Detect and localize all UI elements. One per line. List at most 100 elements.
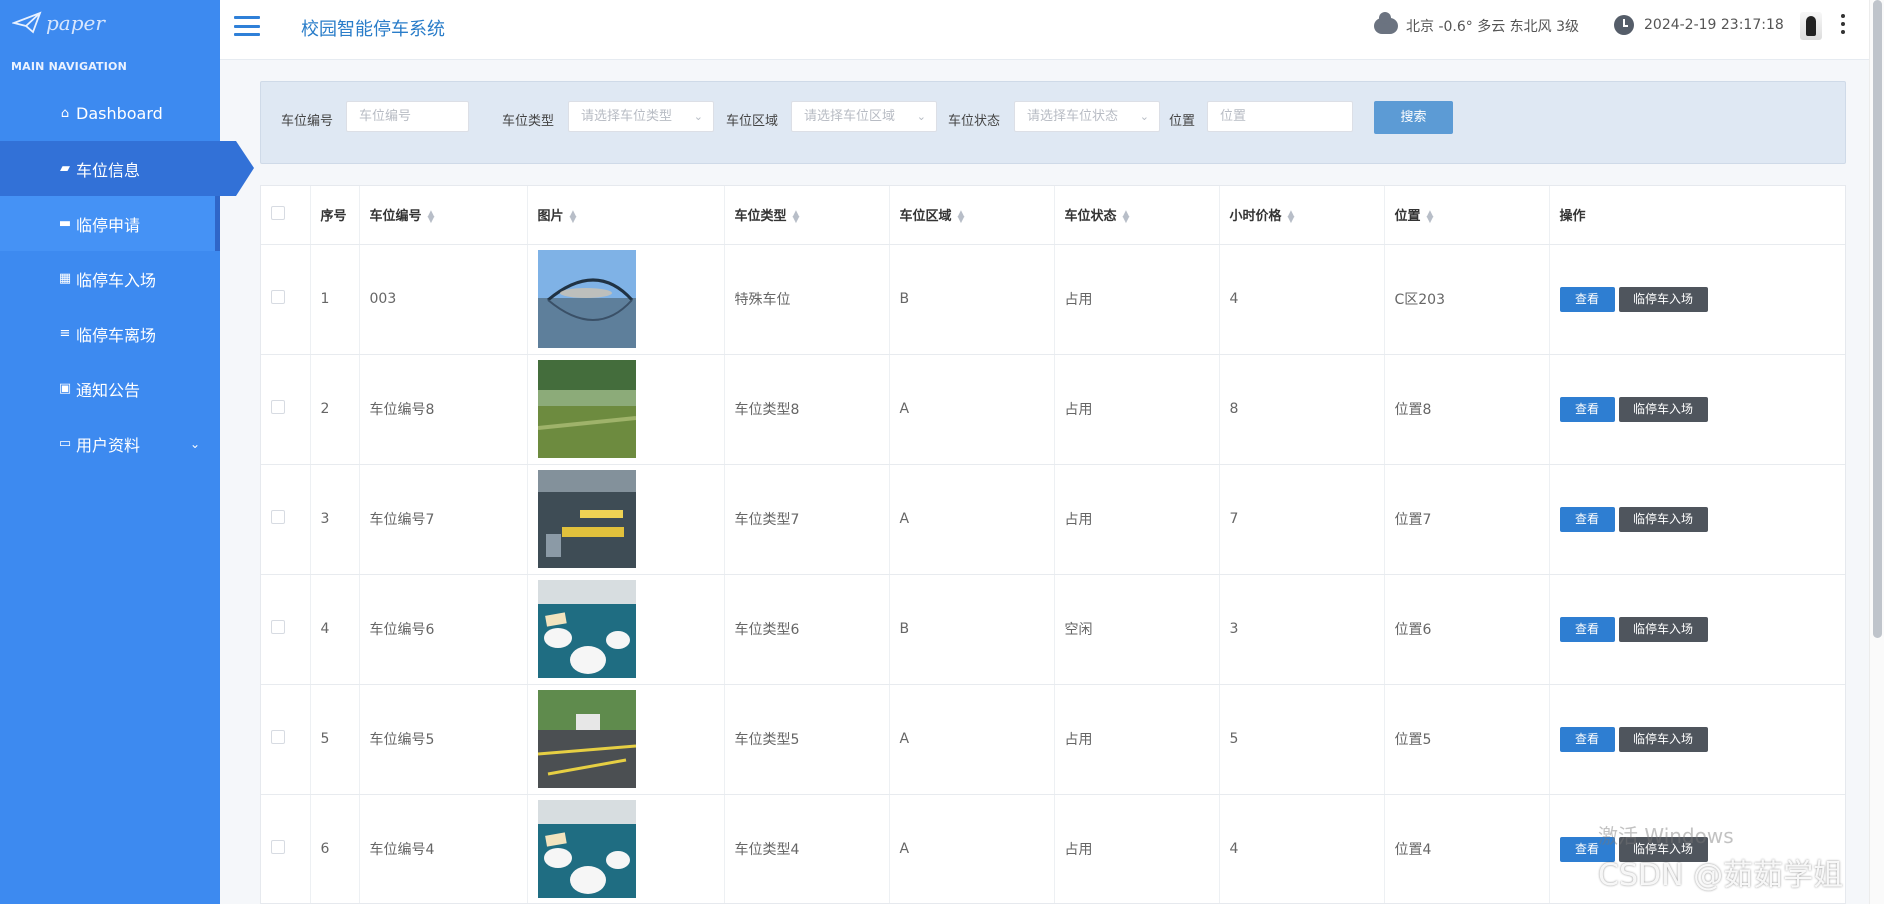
sidebar-item-notices[interactable]: ▣ 通知公告	[0, 361, 220, 416]
sidebar-item-label: 用户资料	[76, 435, 141, 455]
parking-code: 003	[359, 244, 528, 355]
sidebar: paper MAIN NAVIGATION ⌂ Dashboard ▰ 车位信息…	[0, 0, 254, 904]
sort-icon[interactable]: ▲ ▼	[1427, 209, 1434, 224]
profile-card-icon: ▭	[58, 436, 72, 451]
ticket-icon: ▰	[60, 161, 70, 176]
sort-icon[interactable]: ▲ ▼	[570, 209, 577, 224]
view-button[interactable]: 查看	[1559, 506, 1615, 532]
sidebar-item-dashboard[interactable]: ⌂ Dashboard	[0, 86, 220, 141]
temp-entry-button[interactable]: 临停车入场	[1618, 506, 1708, 532]
parking-image[interactable]	[537, 690, 636, 788]
sort-icon[interactable]: ▲ ▼	[1123, 209, 1130, 224]
more-menu-button[interactable]	[1841, 14, 1845, 34]
parking-area: A	[889, 354, 1055, 465]
page-scrollbar[interactable]	[1869, 0, 1884, 904]
column-header-image[interactable]: 图片 ▲ ▼	[527, 186, 725, 245]
row-actions: 查看 临停车入场	[1549, 354, 1845, 465]
menu-line	[234, 24, 260, 28]
table-row: 1 003 特殊车位 B 占用 4 C区203 查看 临停车入场	[261, 244, 1845, 355]
parking-image[interactable]	[537, 250, 636, 348]
column-header-type[interactable]: 车位类型 ▲ ▼	[724, 186, 890, 245]
sidebar-item-temp-car-entry[interactable]: ▦ 临停车入场	[0, 251, 220, 306]
sidebar-item-label: 临停车入场	[76, 270, 157, 290]
parking-image[interactable]	[537, 800, 636, 898]
row-index: 3	[310, 464, 360, 575]
user-avatar[interactable]	[1800, 12, 1822, 40]
placeholder-text: 请选择车位类型	[581, 109, 673, 124]
sort-icon[interactable]: ▲ ▼	[428, 209, 435, 224]
parking-type: 特殊车位	[724, 244, 890, 355]
hourly-price: 3	[1219, 574, 1385, 685]
parking-code: 车位编号4	[359, 794, 528, 903]
parking-code-input[interactable]: 车位编号	[346, 101, 469, 132]
select-all-checkbox[interactable]	[271, 205, 285, 220]
sidebar-item-temp-car-exit[interactable]: ≡ 临停车离场	[0, 306, 220, 361]
scrollbar-thumb[interactable]	[1873, 0, 1882, 638]
row-checkbox[interactable]	[271, 620, 285, 634]
location-input[interactable]: 位置	[1207, 101, 1353, 132]
menu-line	[234, 16, 260, 19]
search-panel: 车位编号 车位编号 车位类型 请选择车位类型 ⌄ 车位区域 请选择车位区域 ⌄ …	[260, 81, 1846, 164]
parking-image[interactable]	[537, 360, 636, 458]
temp-entry-button[interactable]: 临停车入场	[1618, 726, 1708, 752]
parking-location: C区203	[1384, 244, 1550, 355]
view-button[interactable]: 查看	[1559, 286, 1615, 312]
weather-widget: 北京 -0.6° 多云 东北风 3级	[1374, 12, 1579, 36]
parking-location: 位置8	[1384, 354, 1550, 465]
parking-table: 序号 车位编号 ▲ ▼ 图片 ▲ ▼ 车位类型 ▲ ▼ 车位区域 ▲ ▼ 车位状态 ▲ ▼ 小时价格…	[260, 185, 1846, 904]
temp-entry-button[interactable]: 临停车入场	[1618, 286, 1708, 312]
parking-status: 占用	[1054, 244, 1220, 355]
column-header-code[interactable]: 车位编号 ▲ ▼	[359, 186, 528, 245]
sidebar-item-parking-info[interactable]: ▰ 车位信息	[0, 141, 254, 196]
row-checkbox[interactable]	[271, 400, 285, 414]
temp-entry-button[interactable]: 临停车入场	[1618, 616, 1708, 642]
menu-toggle-button[interactable]	[234, 16, 260, 36]
sliders-icon: ≡	[59, 326, 71, 341]
parking-location: 位置5	[1384, 684, 1550, 795]
briefcase-icon: ▬	[58, 216, 72, 231]
chevron-down-icon: ⌄	[693, 110, 703, 123]
chevron-down-icon: ⌄	[189, 436, 200, 451]
parking-status: 空闲	[1054, 574, 1220, 685]
temp-entry-button[interactable]: 临停车入场	[1618, 396, 1708, 422]
row-index: 5	[310, 684, 360, 795]
column-header-status[interactable]: 车位状态 ▲ ▼	[1054, 186, 1220, 245]
parking-status-select[interactable]: 请选择车位状态 ⌄	[1014, 101, 1160, 132]
column-title: 小时价格	[1229, 209, 1282, 225]
parking-status: 占用	[1054, 794, 1220, 903]
row-checkbox[interactable]	[271, 730, 285, 744]
hourly-price: 7	[1219, 464, 1385, 575]
column-header-location[interactable]: 位置 ▲ ▼	[1384, 186, 1550, 245]
parking-code: 车位编号6	[359, 574, 528, 685]
sort-icon[interactable]: ▲ ▼	[958, 209, 965, 224]
view-button[interactable]: 查看	[1559, 616, 1615, 642]
parking-image-cell	[527, 354, 725, 465]
app-logo[interactable]: paper	[12, 8, 105, 38]
parking-grid: 序号 车位编号 ▲ ▼ 图片 ▲ ▼ 车位类型 ▲ ▼ 车位区域 ▲ ▼ 车位状态 ▲ ▼ 小时价格…	[261, 186, 1845, 903]
row-checkbox[interactable]	[271, 510, 285, 524]
parking-type-select[interactable]: 请选择车位类型 ⌄	[568, 101, 714, 132]
parking-image-cell	[527, 244, 725, 355]
sort-icon[interactable]: ▲ ▼	[793, 209, 800, 224]
column-header-price[interactable]: 小时价格 ▲ ▼	[1219, 186, 1385, 245]
parking-image[interactable]	[537, 580, 636, 678]
view-button[interactable]: 查看	[1559, 396, 1615, 422]
sidebar-item-user-profile[interactable]: ▭ 用户资料 ⌄	[0, 416, 220, 471]
parking-type: 车位类型5	[724, 684, 890, 795]
row-checkbox[interactable]	[271, 840, 285, 854]
parking-image[interactable]	[537, 470, 636, 568]
row-select-cell	[261, 574, 311, 685]
column-header-area[interactable]: 车位区域 ▲ ▼	[889, 186, 1055, 245]
placeholder-text: 车位编号	[359, 109, 412, 124]
hourly-price: 5	[1219, 684, 1385, 795]
sidebar-item-temp-parking-apply[interactable]: ▬ 临停申请	[0, 196, 220, 251]
placeholder-text: 请选择车位区域	[804, 109, 896, 124]
column-title: 车位编号	[369, 209, 422, 225]
search-button[interactable]: 搜索	[1374, 101, 1453, 134]
view-button[interactable]: 查看	[1559, 726, 1615, 752]
parking-code: 车位编号5	[359, 684, 528, 795]
sort-icon[interactable]: ▲ ▼	[1288, 209, 1295, 224]
row-checkbox[interactable]	[271, 290, 285, 304]
parking-area-select[interactable]: 请选择车位区域 ⌄	[791, 101, 937, 132]
menu-line	[234, 33, 260, 36]
